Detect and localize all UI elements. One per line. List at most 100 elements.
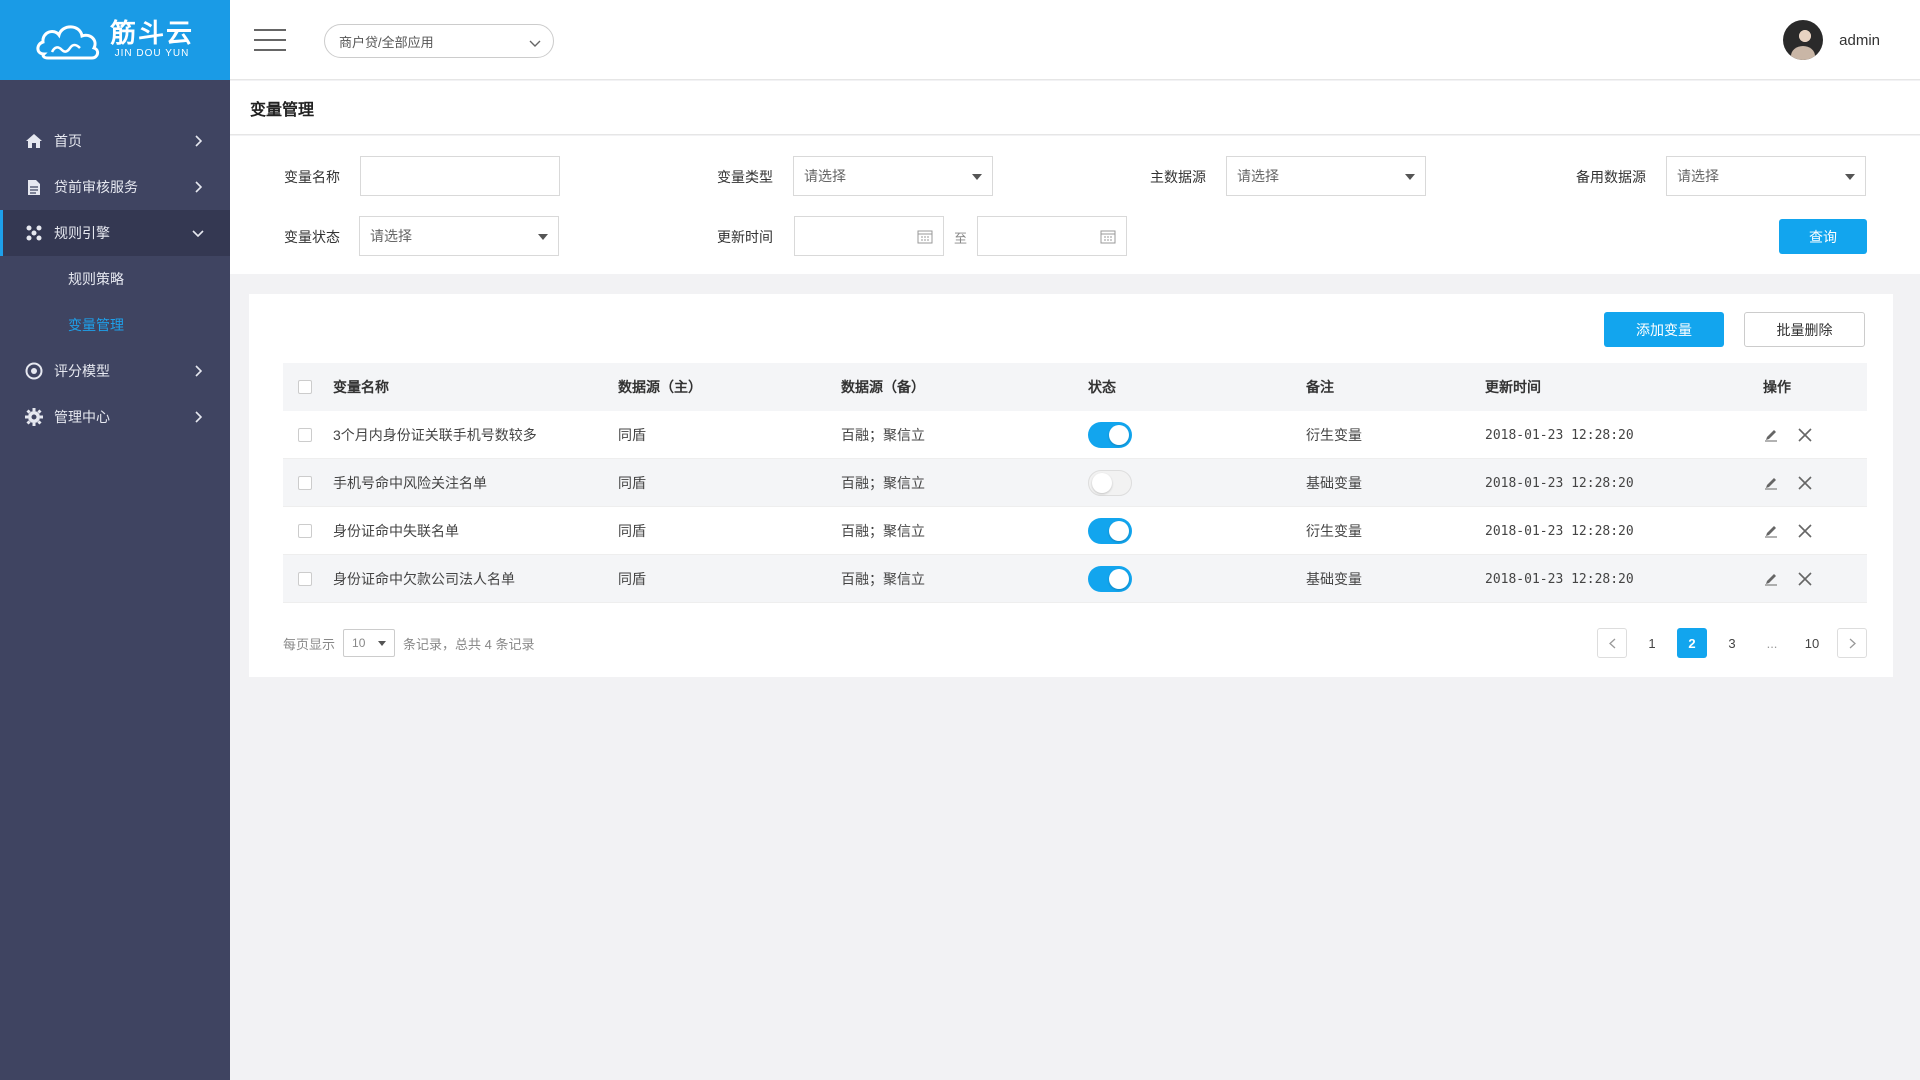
next-page-button[interactable] xyxy=(1837,628,1867,658)
backup-source-label: 备用数据源 xyxy=(1576,169,1646,185)
backup-source: 百融；聚信立 xyxy=(841,571,925,587)
page-size-select[interactable]: 10 xyxy=(343,629,396,657)
chevron-right-icon xyxy=(192,135,204,147)
column-header: 数据源（主） xyxy=(618,379,702,395)
primary-source-value: 请选择 xyxy=(1237,168,1279,184)
table-row: 3个月内身份证关联手机号数较多 同盾 百融；聚信立 衍生变量 2018-01-2… xyxy=(283,411,1867,459)
cloud-logo-icon xyxy=(36,25,100,60)
user-menu[interactable]: admin xyxy=(1783,20,1880,60)
page-button[interactable]: 10 xyxy=(1797,628,1827,658)
update-time: 2018-01-23 12:28:20 xyxy=(1485,475,1634,491)
document-icon xyxy=(24,177,44,197)
page-ellipsis: ... xyxy=(1766,635,1778,651)
variable-name-input[interactable] xyxy=(360,156,560,196)
status-toggle[interactable] xyxy=(1088,518,1132,544)
column-header: 数据源（备） xyxy=(841,379,925,395)
variable-status-select[interactable]: 请选择 xyxy=(359,216,559,256)
sidebar-item-score-model[interactable]: 评分模型 xyxy=(0,348,230,394)
page-button[interactable]: 1 xyxy=(1637,628,1667,658)
variable-type-value: 请选择 xyxy=(804,168,846,184)
backup-source: 百融；聚信立 xyxy=(841,427,925,443)
add-variable-button[interactable]: 添加变量 xyxy=(1604,312,1724,347)
primary-source-select[interactable]: 请选择 xyxy=(1226,156,1426,196)
avatar xyxy=(1783,20,1824,60)
backup-source-select[interactable]: 请选择 xyxy=(1666,156,1866,196)
delete-icon[interactable] xyxy=(1797,427,1813,443)
variable-name: 身份证命中失联名单 xyxy=(333,523,459,539)
calendar-icon xyxy=(917,229,933,247)
per-page-label: 每页显示 xyxy=(283,636,336,652)
caret-down-icon xyxy=(972,174,982,180)
menu-toggle-icon[interactable] xyxy=(254,29,286,51)
sidebar-nav: 首页 贷前审核服务 规则引擎 规则策略 变量管理 评分模型 管理中心 xyxy=(0,118,230,440)
query-button[interactable]: 查询 xyxy=(1779,219,1867,254)
update-time: 2018-01-23 12:28:20 xyxy=(1485,523,1634,539)
update-time-label: 更新时间 xyxy=(717,229,773,245)
top-header: 商户贷/全部应用 admin xyxy=(230,0,1920,80)
gear-icon xyxy=(24,407,44,427)
home-icon xyxy=(24,131,44,151)
filter-panel: 变量名称 变量类型 请选择 主数据源 请选择 备用数据源 请选择 变量状态 请选… xyxy=(230,136,1920,274)
page-title: 变量管理 xyxy=(230,81,1920,135)
variable-status-label: 变量状态 xyxy=(284,229,340,245)
caret-down-icon xyxy=(1405,174,1415,180)
edit-icon[interactable] xyxy=(1763,427,1779,443)
end-date-input[interactable] xyxy=(977,216,1127,256)
start-date-input[interactable] xyxy=(794,216,944,256)
sidebar-item-home[interactable]: 首页 xyxy=(0,118,230,164)
sidebar-item-rule-engine[interactable]: 规则引擎 xyxy=(0,210,230,256)
page-size-value: 10 xyxy=(352,636,366,650)
variable-type-select[interactable]: 请选择 xyxy=(793,156,993,196)
variable-name: 3个月内身份证关联手机号数较多 xyxy=(333,427,537,443)
sidebar-item-label: 管理中心 xyxy=(54,409,110,425)
variable-name: 身份证命中欠款公司法人名单 xyxy=(333,571,515,587)
note: 基础变量 xyxy=(1306,571,1362,587)
variable-name-label: 变量名称 xyxy=(284,169,340,185)
caret-down-icon xyxy=(538,234,548,240)
variable-type-label: 变量类型 xyxy=(717,169,773,185)
edit-icon[interactable] xyxy=(1763,571,1779,587)
column-header: 变量名称 xyxy=(333,379,389,395)
sidebar-item-admin-center[interactable]: 管理中心 xyxy=(0,394,230,440)
chevron-right-icon xyxy=(192,411,204,423)
batch-delete-button[interactable]: 批量删除 xyxy=(1744,312,1865,347)
logo-sub-text: JIN DOU YUN xyxy=(114,48,190,59)
primary-source: 同盾 xyxy=(618,523,646,539)
page-button[interactable]: 3 xyxy=(1717,628,1747,658)
status-toggle[interactable] xyxy=(1088,566,1132,592)
row-checkbox[interactable] xyxy=(298,428,312,442)
app-selector[interactable]: 商户贷/全部应用 xyxy=(324,24,554,58)
variable-status-value: 请选择 xyxy=(370,228,412,244)
page-button-current[interactable]: 2 xyxy=(1677,628,1707,658)
logo[interactable]: 筋斗云 JIN DOU YUN xyxy=(0,0,230,80)
variable-table: 变量名称 数据源（主） 数据源（备） 状态 备注 更新时间 操作 3个月内身份证… xyxy=(283,363,1867,603)
row-checkbox[interactable] xyxy=(298,476,312,490)
status-toggle[interactable] xyxy=(1088,470,1132,496)
column-header: 备注 xyxy=(1306,379,1334,395)
prev-page-button[interactable] xyxy=(1597,628,1627,658)
delete-icon[interactable] xyxy=(1797,523,1813,539)
sidebar-item-loan-review[interactable]: 贷前审核服务 xyxy=(0,164,230,210)
sidebar-subitem-rule-strategy[interactable]: 规则策略 xyxy=(0,256,230,302)
sidebar-subitem-variable-management[interactable]: 变量管理 xyxy=(0,302,230,348)
variable-name: 手机号命中风险关注名单 xyxy=(333,475,487,491)
select-all-checkbox[interactable] xyxy=(298,380,312,394)
row-checkbox[interactable] xyxy=(298,524,312,538)
date-range-separator: 至 xyxy=(954,231,968,246)
chevron-right-icon xyxy=(192,365,204,377)
chevron-right-icon xyxy=(192,181,204,193)
delete-icon[interactable] xyxy=(1797,571,1813,587)
status-toggle[interactable] xyxy=(1088,422,1132,448)
sidebar: 筋斗云 JIN DOU YUN 首页 贷前审核服务 规则引擎 规则策略 变量管理… xyxy=(0,0,230,1080)
edit-icon[interactable] xyxy=(1763,523,1779,539)
record-summary: 条记录，总共 4 条记录 xyxy=(403,636,535,652)
primary-source-label: 主数据源 xyxy=(1150,169,1206,185)
row-checkbox[interactable] xyxy=(298,572,312,586)
update-time: 2018-01-23 12:28:20 xyxy=(1485,427,1634,443)
primary-source: 同盾 xyxy=(618,427,646,443)
table-row: 身份证命中欠款公司法人名单 同盾 百融；聚信立 基础变量 2018-01-23 … xyxy=(283,555,1867,603)
update-time: 2018-01-23 12:28:20 xyxy=(1485,571,1634,587)
backup-source: 百融；聚信立 xyxy=(841,523,925,539)
edit-icon[interactable] xyxy=(1763,475,1779,491)
delete-icon[interactable] xyxy=(1797,475,1813,491)
